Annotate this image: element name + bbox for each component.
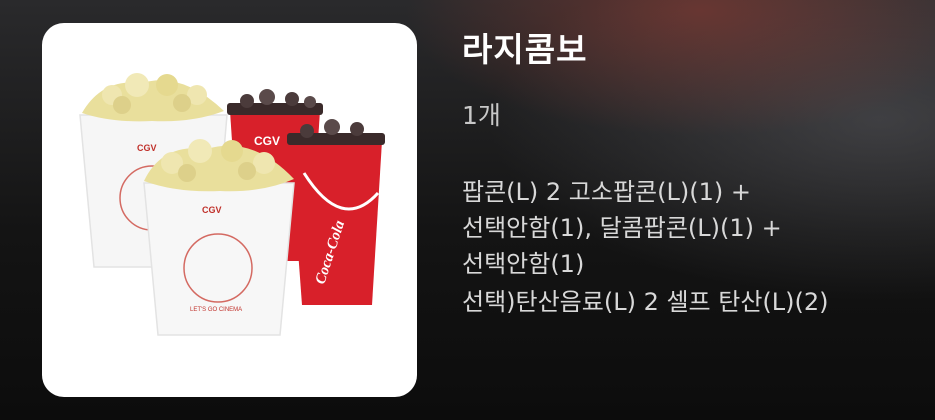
product-description: 팝콘(L) 2 고소팝콘(L)(1) + 선택안함(1), 달콤팝콘(L)(1)… — [462, 174, 922, 320]
combo-product-image: CGV CGV Coca-Cola CGV LET'S GO CINEMA — [79, 73, 385, 336]
description-line: 선택)탄산음료(L) 2 셀프 탄산(L)(2) — [462, 288, 829, 316]
product-quantity: 1개 — [462, 101, 501, 130]
bucket-slogan-text: LET'S GO CINEMA — [190, 307, 242, 313]
product-title: 라지콤보 — [462, 30, 588, 69]
product-image-card: CGV CGV Coca-Cola CGV LET'S GO CINEMA — [42, 23, 417, 397]
bucket-brand-text: CGV — [137, 143, 157, 153]
description-line: 선택안함(1) — [462, 250, 585, 278]
description-line: 팝콘(L) 2 고소팝콘(L)(1) + — [462, 178, 751, 206]
front-soda-cup: Coca-Cola — [287, 119, 385, 305]
cup-brand-text: CGV — [254, 134, 280, 148]
front-bucket-brand-text: CGV — [202, 205, 222, 215]
description-line: 선택안함(1), 달콤팝콘(L)(1) + — [462, 214, 782, 242]
front-popcorn-bucket: CGV LET'S GO CINEMA — [143, 139, 295, 336]
product-info: 라지콤보 1개 팝콘(L) 2 고소팝콘(L)(1) + 선택안함(1), 달콤… — [462, 28, 922, 320]
